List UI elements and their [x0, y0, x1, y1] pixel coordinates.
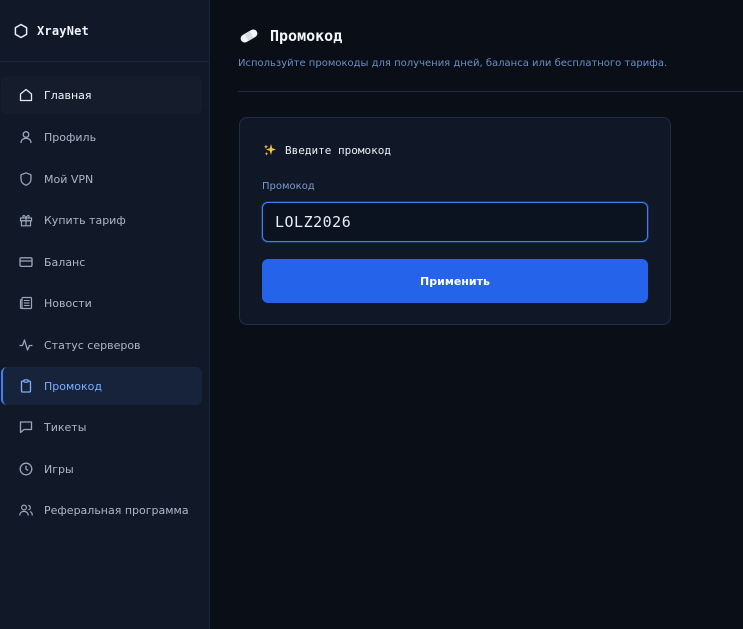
promo-field-label: Промокод — [262, 181, 315, 192]
sidebar-item-label: Тикеты — [44, 420, 87, 434]
brand[interactable]: XrayNet — [0, 0, 209, 62]
activity-icon — [18, 337, 34, 353]
sidebar-item-games[interactable]: Игры — [1, 450, 202, 488]
bandage-icon — [238, 26, 260, 46]
promo-code-input[interactable] — [262, 202, 648, 242]
sidebar-item-label: Игры — [44, 462, 74, 476]
sidebar-item-news[interactable]: Новости — [1, 284, 202, 322]
sidebar-item-buy-plan[interactable]: Купить тариф — [1, 201, 202, 239]
sidebar: XrayNet Главная Профиль Мой VPN Купить т… — [0, 0, 210, 629]
page-header: Промокод Используйте промокоды для получ… — [238, 26, 667, 69]
header-divider — [238, 91, 743, 92]
main-content: Промокод Используйте промокоды для получ… — [210, 0, 743, 629]
sidebar-item-promocode[interactable]: Промокод — [1, 367, 202, 405]
shield-icon — [18, 171, 34, 187]
message-square-icon — [18, 419, 34, 435]
sidebar-item-home[interactable]: Главная — [1, 76, 202, 114]
card-header: Введите промокод — [263, 143, 391, 157]
promo-card: Введите промокод Промокод Применить — [239, 117, 671, 325]
sidebar-item-my-vpn[interactable]: Мой VPN — [1, 160, 202, 198]
users-icon — [18, 502, 34, 518]
clipboard-icon — [18, 378, 34, 394]
sidebar-item-label: Купить тариф — [44, 213, 126, 227]
sidebar-item-referral[interactable]: Реферальная программа — [1, 491, 202, 529]
brand-name: XrayNet — [37, 23, 89, 38]
sidebar-item-label: Профиль — [44, 130, 97, 144]
sidebar-item-label: Главная — [44, 88, 92, 102]
apply-button[interactable]: Применить — [262, 259, 648, 303]
sidebar-item-balance[interactable]: Баланс — [1, 243, 202, 281]
sidebar-item-label: Новости — [44, 296, 92, 310]
sidebar-item-label: Статус серверов — [44, 338, 141, 352]
page-subtitle: Используйте промокоды для получения дней… — [238, 58, 668, 69]
app-window: XrayNet Главная Профиль Мой VPN Купить т… — [0, 0, 743, 629]
sparkles-icon — [263, 143, 277, 157]
sidebar-item-tickets[interactable]: Тикеты — [1, 408, 202, 446]
title-row: Промокод — [238, 26, 667, 46]
sidebar-item-server-status[interactable]: Статус серверов — [1, 326, 202, 364]
hexagon-icon — [13, 23, 29, 39]
home-icon — [18, 87, 34, 103]
user-icon — [18, 129, 34, 145]
sidebar-item-profile[interactable]: Профиль — [1, 118, 202, 156]
credit-card-icon — [18, 254, 34, 270]
page-title: Промокод — [270, 27, 343, 45]
sidebar-item-label: Промокод — [44, 379, 102, 393]
card-title: Введите промокод — [285, 143, 391, 157]
sidebar-item-label: Мой VPN — [44, 172, 94, 186]
sidebar-item-label: Реферальная программа — [44, 503, 189, 517]
gift-icon — [18, 212, 34, 228]
sidebar-item-label: Баланс — [44, 255, 86, 269]
newspaper-icon — [18, 295, 34, 311]
clock-icon — [18, 461, 34, 477]
